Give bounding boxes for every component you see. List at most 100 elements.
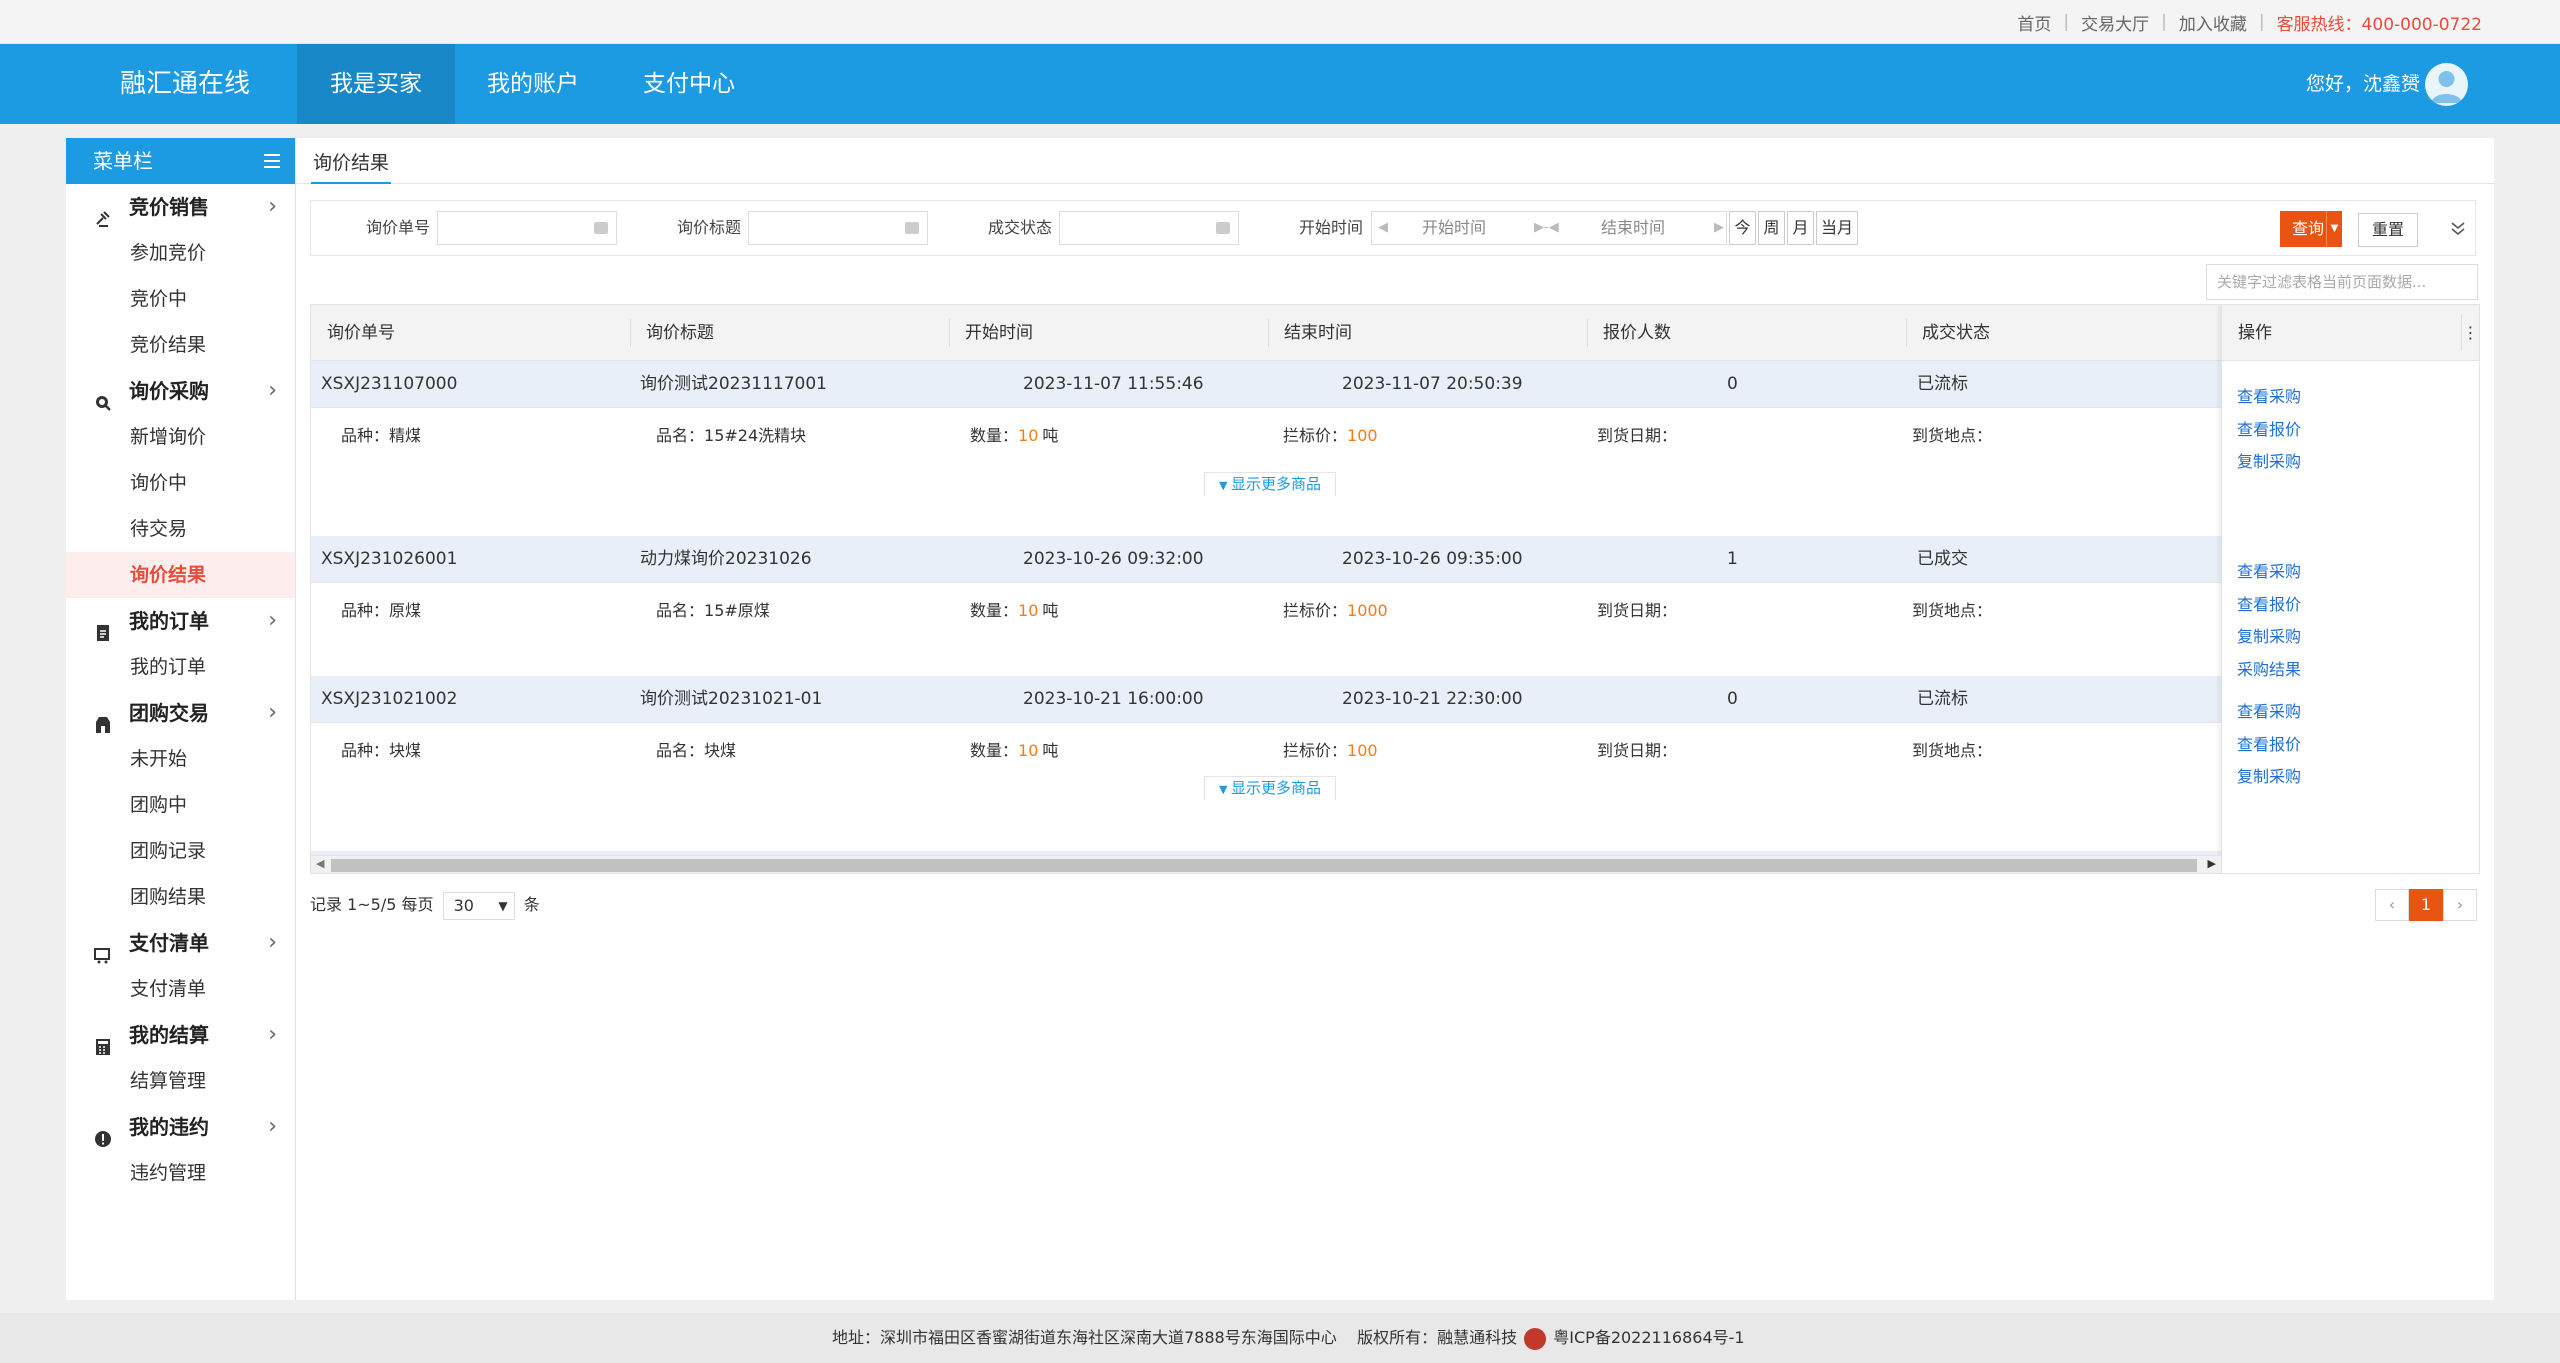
sidebar-item[interactable]: 新增询价 xyxy=(66,414,295,460)
status-select[interactable] xyxy=(1059,211,1239,245)
add-favorite-link[interactable]: 加入收藏 xyxy=(2179,10,2247,35)
title-input[interactable] xyxy=(748,211,928,245)
show-more-button[interactable]: ▼ 显示更多商品 xyxy=(1204,472,1336,496)
op-link[interactable]: 查看报价 xyxy=(2237,729,2301,762)
sidebar-menu: 竞价销售 › 参加竞价 竞价中 竞价结果 询价采购 › 新增询价 询价中 待交易 询价结果 我的订单 ›… xyxy=(66,184,295,1196)
sidebar-item[interactable]: 询价结果 xyxy=(66,552,295,598)
sidebar-item[interactable]: 团购记录 xyxy=(66,828,295,874)
prev-page-button[interactable]: ‹ xyxy=(2375,889,2409,921)
start-time-cell: 2023-11-07 11:55:46 xyxy=(1023,374,1204,394)
nav-account[interactable]: 我的账户 xyxy=(455,44,611,124)
sidebar-item[interactable]: 询价中 xyxy=(66,460,295,506)
user-greeting[interactable]: 您好，沈鑫赟 xyxy=(2306,44,2420,124)
tab-inquiry-result[interactable]: 询价结果 xyxy=(311,144,392,184)
sidebar-item[interactable]: 违约管理 xyxy=(66,1150,295,1196)
op-link[interactable]: 复制采购 xyxy=(2237,761,2301,794)
variety-field-value: 精煤 xyxy=(389,426,422,445)
more-vertical-icon[interactable]: ⋮ xyxy=(2461,315,2479,351)
nav-buyer[interactable]: 我是买家 xyxy=(297,44,455,124)
double-chevron-down-icon[interactable] xyxy=(2449,219,2467,242)
today-button[interactable]: 今 xyxy=(1729,211,1756,245)
scroll-left-icon[interactable]: ◀ xyxy=(316,857,324,870)
month-button[interactable]: 月 xyxy=(1787,211,1814,245)
qty-field-label: 数量： xyxy=(970,601,1019,620)
arrival-date-field-label: 到货日期： xyxy=(1597,426,1678,445)
sidebar-group-5[interactable]: 支付清单 › xyxy=(66,920,295,966)
arrival-place-field: 到货地点： xyxy=(1912,723,1992,779)
sidebar-item[interactable]: 竞价结果 xyxy=(66,322,295,368)
sidebar-item[interactable]: 竞价中 xyxy=(66,276,295,322)
op-link[interactable]: 查看报价 xyxy=(2237,414,2301,447)
sidebar-item[interactable]: 支付清单 xyxy=(66,966,295,1012)
home-link[interactable]: 首页 xyxy=(2017,10,2051,35)
date-range[interactable]: ◀ 开始时间 ▶-◀ 结束时间 ▶ xyxy=(1371,211,1727,245)
op-link[interactable]: 复制采购 xyxy=(2237,621,2301,654)
search-button[interactable]: 查询 ▼ xyxy=(2280,211,2342,247)
horizontal-scrollbar[interactable]: ◀ ▶ xyxy=(311,855,2221,873)
sidebar-item[interactable]: 未开始 xyxy=(66,736,295,782)
table-row[interactable]: XSXJ231026001 动力煤询价20231026 2023-10-26 09:… xyxy=(311,536,2221,639)
sidebar-group-6[interactable]: 我的结算 › xyxy=(66,1012,295,1058)
sidebar-item[interactable]: 团购结果 xyxy=(66,874,295,920)
week-button[interactable]: 周 xyxy=(1758,211,1785,245)
price-field-label: 拦标价： xyxy=(1283,601,1348,620)
sidebar-item[interactable]: 参加竞价 xyxy=(66,230,295,276)
keyword-filter-input[interactable]: 关键字过滤表格当前页面数据... xyxy=(2206,264,2478,300)
record-info: 记录 1~5/5 每页 30 ▼ 条 xyxy=(310,890,540,920)
page-button-current[interactable]: 1 xyxy=(2409,889,2443,921)
current-month-button[interactable]: 当月 xyxy=(1816,211,1858,245)
sidebar-item[interactable]: 我的订单 xyxy=(66,644,295,690)
op-link[interactable]: 查看报价 xyxy=(2237,589,2301,622)
chevron-right-icon: › xyxy=(268,194,277,219)
sidebar-group-2[interactable]: 询价采购 › xyxy=(66,368,295,414)
sidebar-group-4[interactable]: 团购交易 › xyxy=(66,690,295,736)
sidebar-group-7[interactable]: 我的违约 › xyxy=(66,1104,295,1150)
variety-field: 品种：块煤 xyxy=(341,723,421,779)
sidebar-item[interactable]: 待交易 xyxy=(66,506,295,552)
filter-bar: 询价单号 询价标题 成交状态 开始时间 ◀ 开始时间 ▶-◀ 结束时间 ▶ 今 … xyxy=(310,200,2476,256)
chevron-right-icon[interactable]: ▶ xyxy=(1714,212,1724,244)
reset-button[interactable]: 重置 xyxy=(2358,213,2418,247)
op-link[interactable]: 查看采购 xyxy=(2237,381,2301,414)
chevron-left-icon[interactable]: ◀ xyxy=(1378,212,1388,244)
op-link[interactable]: 查看采购 xyxy=(2237,696,2301,729)
op-link[interactable]: 采购结果 xyxy=(2237,654,2301,687)
avatar[interactable] xyxy=(2425,63,2468,106)
table-row[interactable]: XSXJ231107000 询价测试20231117001 2023-11-07 1… xyxy=(311,361,2221,464)
hamburger-icon[interactable] xyxy=(264,154,280,168)
row-summary: XSXJ231107000 询价测试20231117001 2023-11-07 1… xyxy=(311,361,2221,408)
table-row[interactable]: XSXJ231021002 询价测试20231021-01 2023-10-21 1… xyxy=(311,676,2221,779)
arrival-date-field: 到货日期： xyxy=(1597,723,1677,779)
nav-payment[interactable]: 支付中心 xyxy=(611,44,767,124)
main-nav: 我是买家 我的账户 支付中心 xyxy=(297,44,767,124)
op-column-header: 操作 ⋮ xyxy=(2222,305,2479,361)
order-no-input[interactable] xyxy=(437,211,617,245)
status-label: 成交状态 xyxy=(988,218,1053,237)
caret-down-icon[interactable]: ▼ xyxy=(2326,211,2342,247)
sidebar-item[interactable]: 团购中 xyxy=(66,782,295,828)
op-link[interactable]: 查看采购 xyxy=(2237,871,2301,873)
sidebar-group-3[interactable]: 我的订单 › xyxy=(66,598,295,644)
start-date-input[interactable]: 开始时间 xyxy=(1422,212,1486,244)
gavel-icon xyxy=(94,198,112,227)
scroll-right-icon[interactable]: ▶ xyxy=(2208,857,2216,870)
op-link[interactable]: 查看采购 xyxy=(2237,556,2301,589)
op-link[interactable]: 复制采购 xyxy=(2237,446,2301,479)
bidders-cell: 0 xyxy=(1727,374,1738,394)
scrollbar-thumb[interactable] xyxy=(331,859,2197,872)
variety-field-label: 品种： xyxy=(341,426,390,445)
page-size-select[interactable]: 30 ▼ xyxy=(442,891,515,920)
name-field-label: 品名： xyxy=(656,741,705,760)
col-order-no: 询价单号 xyxy=(327,323,395,343)
sidebar-group-1[interactable]: 竞价销售 › xyxy=(66,184,295,230)
trading-hall-link[interactable]: 交易大厅 xyxy=(2081,10,2149,35)
next-page-button[interactable]: › xyxy=(2443,889,2477,921)
row-detail: 品种：块煤 品名：块煤 数量：10 吨拦标价：100 到货日期： 到货地点： xyxy=(311,723,2221,779)
end-date-input[interactable]: 结束时间 xyxy=(1601,212,1665,244)
show-more-button[interactable]: ▼ 显示更多商品 xyxy=(1204,776,1336,800)
footer-icp[interactable]: 粤ICP备2022116864号-1 xyxy=(1553,1328,1744,1347)
sidebar-title: 菜单栏 xyxy=(93,149,153,173)
site-logo[interactable]: 融汇通在线 xyxy=(120,44,250,124)
order-no-cell: XSXJ231107000 xyxy=(321,374,458,394)
sidebar-item[interactable]: 结算管理 xyxy=(66,1058,295,1104)
